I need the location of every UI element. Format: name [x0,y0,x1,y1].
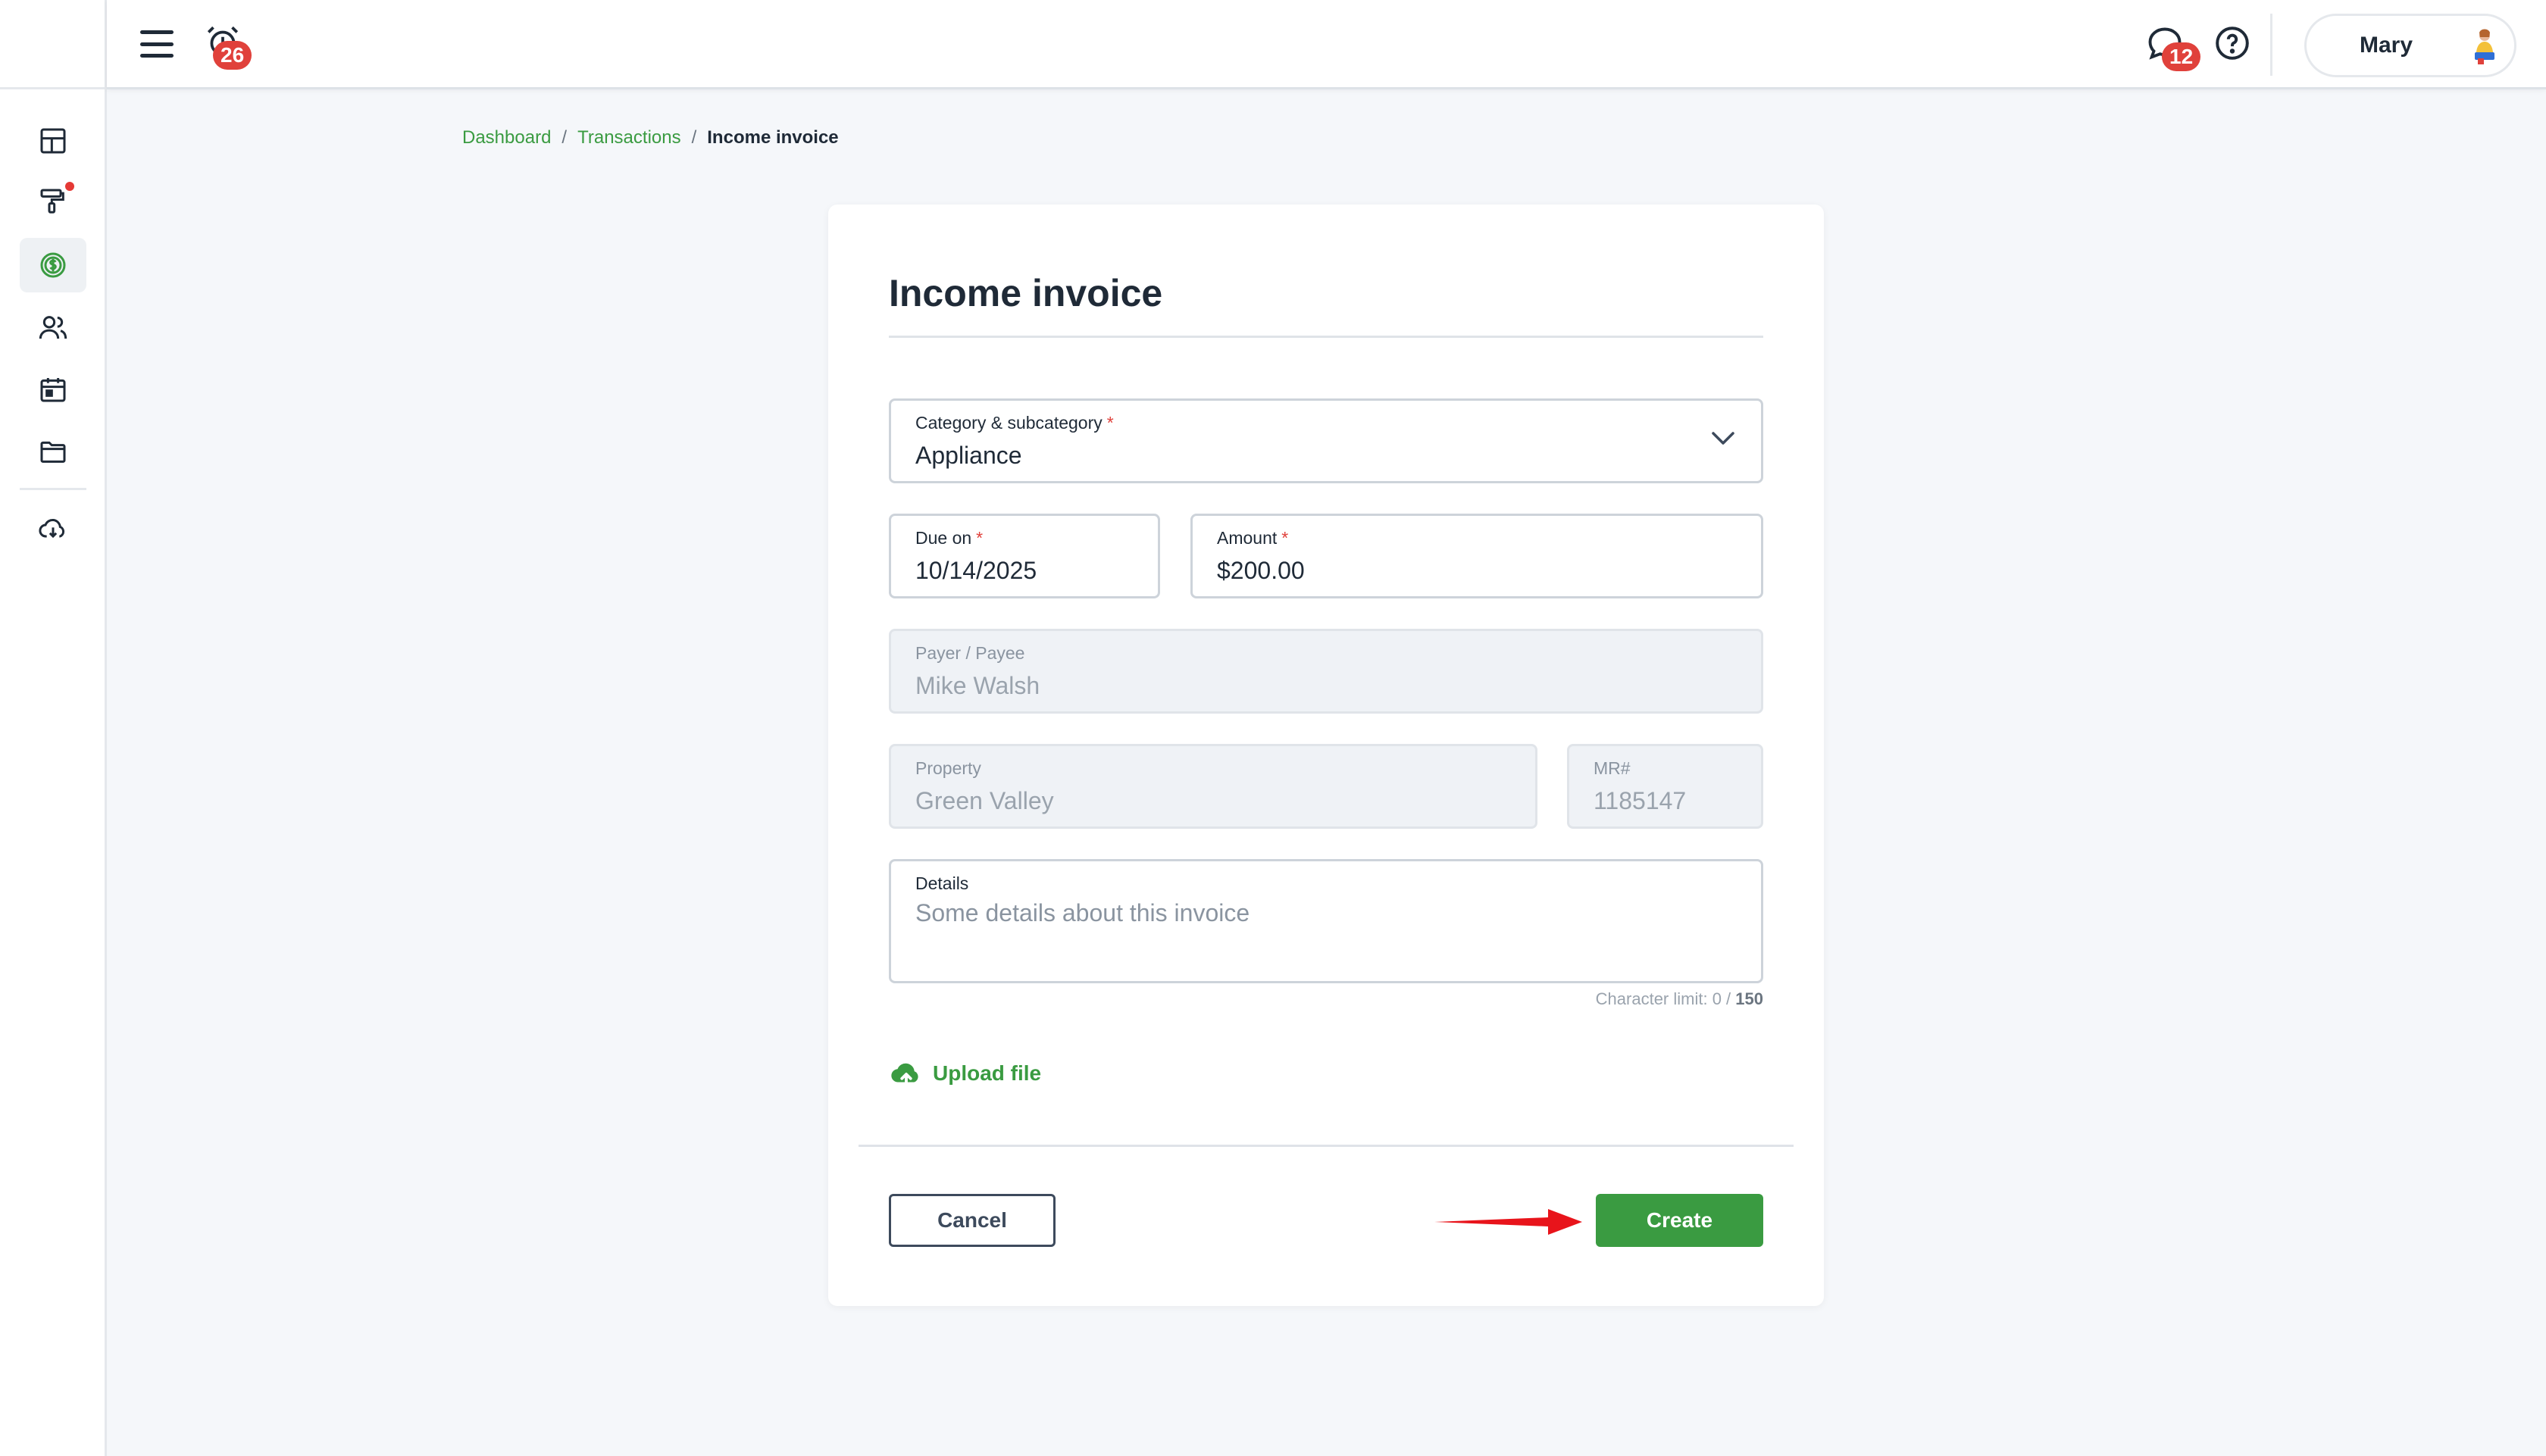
category-value: Appliance [915,442,1022,469]
sidebar-item-people[interactable] [20,300,86,355]
user-menu-button[interactable]: Mary [2304,14,2516,77]
due-on-value: 10/14/2025 [915,557,1037,584]
menu-toggle-button[interactable] [140,27,174,61]
messages-button[interactable]: 12 [2145,24,2201,71]
property-label: Property [915,758,981,778]
top-bar: 26 12 Mary [107,0,2546,89]
property-value: Green Valley [915,787,1054,814]
category-select[interactable]: Category & subcategory * Appliance [889,398,1763,483]
amount-field[interactable]: Amount * $200.00 [1190,514,1763,598]
breadcrumb-dashboard-link[interactable]: Dashboard [462,127,551,148]
calendar-icon [40,378,66,402]
sidebar-item-transactions[interactable] [20,238,86,292]
page-title: Income invoice [889,272,1163,314]
sidebar-item-files[interactable] [20,424,86,479]
mr-number-field: MR# 1185147 [1567,744,1763,829]
annotation-arrow-icon [1434,1209,1582,1235]
notification-dot [65,182,74,191]
breadcrumb-transactions-link[interactable]: Transactions [577,127,681,148]
dollar-circle-icon [40,252,66,278]
income-invoice-card: Income invoice Category & subcategory * A… [828,205,1824,1306]
payer-payee-field: Payer / Payee Mike Walsh [889,629,1763,714]
sidebar-item-calendar[interactable] [20,362,86,417]
upload-file-button[interactable]: Upload file [889,1056,1041,1091]
breadcrumb-separator: / [561,127,568,148]
payer-payee-label: Payer / Payee [915,643,1025,663]
due-on-label: Due on * [915,528,984,548]
breadcrumb-separator: / [691,127,697,148]
payer-payee-value: Mike Walsh [915,672,1040,699]
help-button[interactable] [2213,24,2254,65]
create-button[interactable]: Create [1596,1194,1763,1247]
details-textarea[interactable]: Details Some details about this invoice [889,859,1763,983]
amount-value: $200.00 [1217,557,1305,584]
property-field: Property Green Valley [889,744,1537,829]
breadcrumb-current: Income invoice [707,127,839,148]
sidebar-divider [20,488,86,490]
sidebar-item-downloads[interactable] [20,501,86,556]
people-icon [39,316,67,339]
topbar-divider [2270,14,2272,76]
sidebar-logo-area [0,0,105,89]
due-on-field[interactable]: Due on * 10/14/2025 [889,514,1160,598]
upload-file-label: Upload file [933,1061,1042,1085]
cancel-button[interactable]: Cancel [889,1194,1056,1247]
sidebar-item-maintenance[interactable] [20,174,86,229]
dashboard-grid-icon [40,128,66,154]
cloud-upload-icon [891,1063,918,1089]
amount-label: Amount * [1217,528,1289,548]
mr-number-label: MR# [1594,758,1631,778]
category-label: Category & subcategory * [915,413,1114,433]
paint-roller-icon [40,189,64,214]
alarm-button[interactable]: 26 [204,23,252,70]
details-label: Details [915,873,969,893]
details-placeholder: Some details about this invoice [915,899,1250,926]
folder-icon [40,441,66,463]
footer-divider [859,1145,1794,1147]
title-divider [889,336,1763,338]
chevron-down-icon [1712,432,1734,445]
messages-count-badge: 12 [2162,42,2201,71]
user-name: Mary [2359,33,2413,58]
cloud-download-icon [39,518,65,539]
sidebar-item-dashboard[interactable] [20,114,86,168]
help-circle-icon [2216,27,2249,60]
breadcrumb: Dashboard / Transactions / Income invoic… [462,127,839,148]
sidebar [0,0,107,1456]
avatar [2461,22,2508,69]
alarm-count-badge: 26 [213,41,252,70]
character-limit: Character limit: 0 / 150 [1595,989,1763,1008]
mr-number-value: 1185147 [1594,787,1687,814]
